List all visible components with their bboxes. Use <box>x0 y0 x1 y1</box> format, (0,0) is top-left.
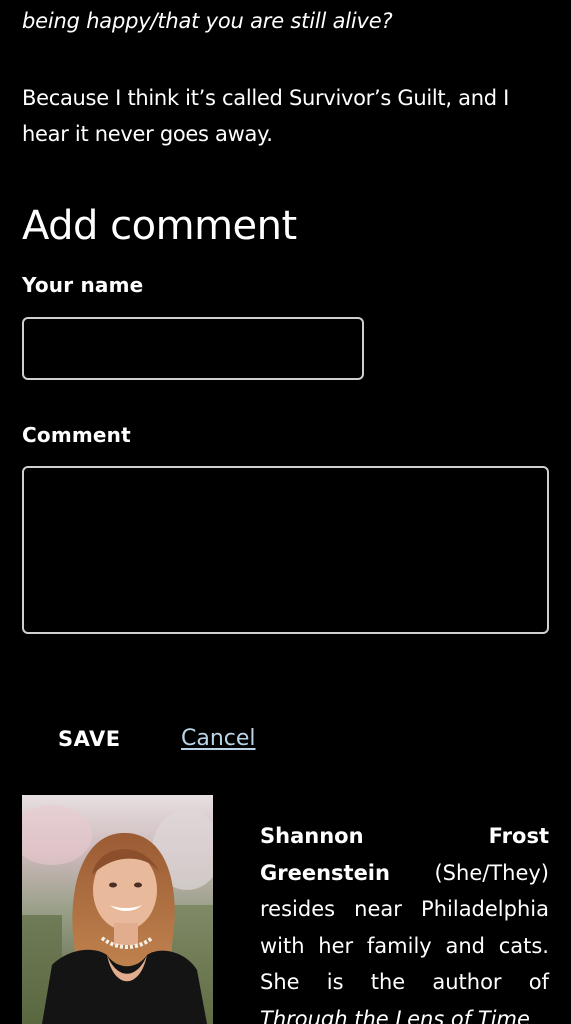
page: being happy/that you are still alive? Be… <box>0 0 571 1024</box>
author-pronouns: (She/They) <box>434 860 549 885</box>
add-comment-heading: Add comment <box>22 203 297 249</box>
author-bio: Shannon Frost Greenstein (She/They) resi… <box>260 818 549 1024</box>
author-book-title: Through the Lens of Time <box>260 1006 530 1024</box>
comment-textarea[interactable] <box>22 466 549 634</box>
save-button[interactable]: SAVE <box>58 724 121 754</box>
comment-label: Comment <box>22 423 131 447</box>
article-paragraph: Because I think it’s called Survivor’s G… <box>22 86 509 146</box>
author-photo <box>22 795 213 1024</box>
name-input[interactable] <box>22 317 364 380</box>
name-label: Your name <box>22 273 144 297</box>
article-text-fragment: being happy/that you are still alive? <box>22 9 393 33</box>
author-bio-text: resides near Philadelphia with her famil… <box>260 897 549 994</box>
cancel-link[interactable]: Cancel <box>181 724 256 754</box>
